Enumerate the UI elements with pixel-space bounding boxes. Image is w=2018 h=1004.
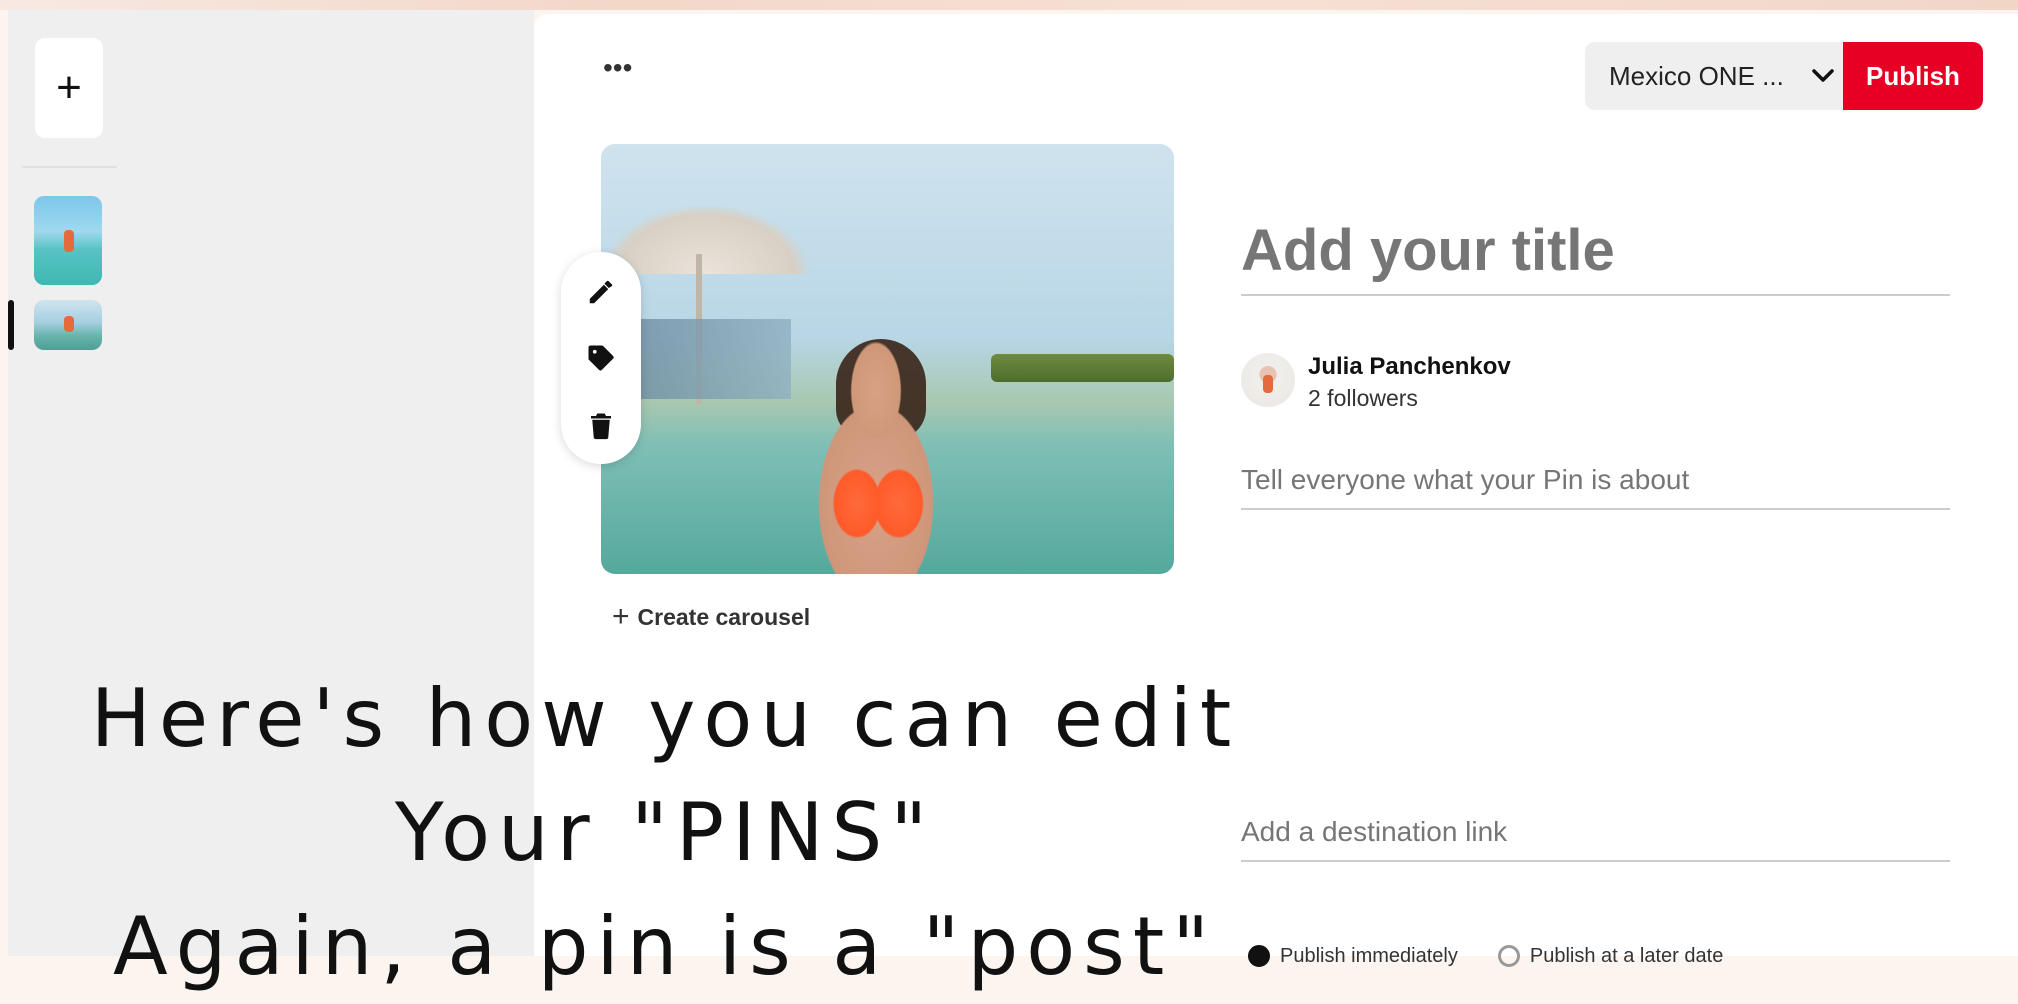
board-select-label: Mexico ONE ... xyxy=(1609,60,1784,91)
image-umbrella xyxy=(601,204,811,274)
chevron-down-icon xyxy=(1803,63,1843,89)
radio-unchecked-icon xyxy=(1497,945,1520,967)
background-strip xyxy=(0,0,2018,10)
pin-thumbnail-2[interactable] xyxy=(34,300,102,350)
create-carousel-label: Create carousel xyxy=(637,603,811,630)
publish-button[interactable]: Publish xyxy=(1843,42,1983,110)
tag-icon[interactable] xyxy=(581,338,621,378)
create-carousel-button[interactable]: + Create carousel xyxy=(612,600,810,634)
more-options-icon[interactable]: ••• xyxy=(603,54,643,88)
user-name: Julia Panchenkov xyxy=(1308,353,1511,380)
overlay-line-3: Again, a pin is a "post" xyxy=(112,900,1218,993)
image-wall xyxy=(641,319,791,399)
destination-link-input[interactable] xyxy=(1241,804,1950,862)
avatar-figure xyxy=(1263,375,1273,393)
board-select[interactable]: Mexico ONE ... xyxy=(1585,42,1843,110)
add-pin-button[interactable]: + xyxy=(35,38,103,138)
title-input[interactable] xyxy=(1241,206,1950,296)
thumbnail-figure xyxy=(64,316,74,332)
avatar xyxy=(1241,353,1295,407)
publish-later-radio[interactable]: Publish at a later date xyxy=(1497,944,1724,967)
sidebar-divider xyxy=(22,166,117,168)
pin-image xyxy=(601,144,1174,574)
description-input[interactable] xyxy=(1241,452,1950,510)
overlay-caption: Here's how you can edit Your "PINS" Agai… xyxy=(0,662,1330,1004)
image-edit-toolbar xyxy=(561,252,641,464)
pencil-icon[interactable] xyxy=(581,272,621,312)
followers-count: 2 followers xyxy=(1308,385,1418,411)
pin-thumbnail-1[interactable] xyxy=(34,196,102,285)
plus-icon: + xyxy=(612,600,630,633)
image-person xyxy=(781,339,971,574)
trash-icon[interactable] xyxy=(581,406,621,446)
image-hedge xyxy=(991,354,1174,382)
publish-later-label: Publish at a later date xyxy=(1529,944,1724,967)
overlay-line-1: Here's how you can edit xyxy=(90,672,1240,765)
overlay-line-2: Your "PINS" xyxy=(394,786,936,879)
active-pin-indicator xyxy=(8,300,14,350)
thumbnail-figure xyxy=(64,230,74,252)
